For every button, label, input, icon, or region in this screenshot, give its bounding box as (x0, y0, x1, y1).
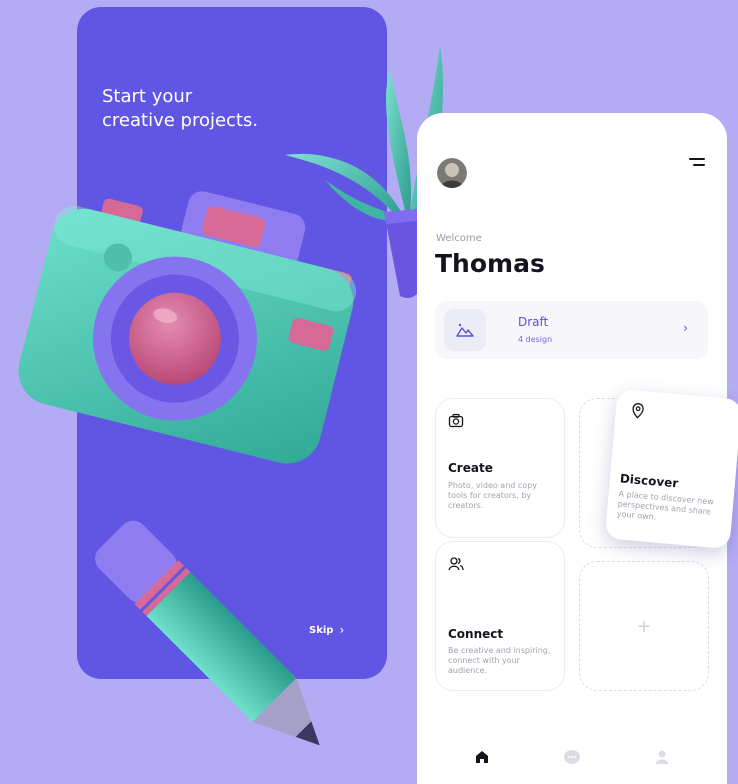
image-icon (456, 323, 474, 337)
camera-illustration (18, 191, 356, 464)
draft-count: 4 design (518, 335, 553, 344)
discover-title: Discover (619, 471, 679, 491)
draft-card[interactable]: Draft 4 design › (435, 301, 708, 359)
menu-icon[interactable] (687, 155, 707, 169)
users-icon (448, 557, 464, 571)
plus-icon: + (636, 615, 652, 637)
create-description: Photo, video and copy tools for creators… (448, 481, 537, 510)
avatar-image (437, 158, 467, 188)
create-card[interactable]: Create Photo, video and copy tools for c… (435, 398, 565, 538)
draft-title: Draft (518, 315, 549, 329)
chevron-right-icon: › (339, 623, 345, 637)
tab-profile[interactable] (642, 742, 682, 772)
tab-messages[interactable] (552, 742, 592, 772)
avatar[interactable] (437, 158, 467, 188)
tab-home[interactable] (462, 742, 502, 772)
chat-icon (564, 750, 580, 764)
connect-description: Be creative and inspiring, connect with … (448, 646, 551, 675)
welcome-label: Welcome (436, 233, 482, 244)
home-icon (476, 751, 488, 763)
bottom-tab-bar (417, 730, 727, 784)
location-pin-icon (632, 403, 644, 419)
connect-card[interactable]: Connect Be creative and inspiring, conne… (435, 541, 565, 691)
discover-description: A place to discover new perspectives and… (616, 489, 715, 522)
connect-title: Connect (448, 627, 504, 641)
create-title: Create (448, 461, 493, 475)
camera-icon (448, 413, 464, 428)
user-name: Thomas (435, 249, 545, 278)
add-card-button[interactable]: + (579, 561, 709, 691)
pencil-illustration (95, 520, 320, 746)
discover-card[interactable]: Discover A place to discover new perspec… (604, 388, 738, 550)
chevron-right-icon: › (683, 321, 688, 335)
profile-icon (655, 750, 669, 764)
draft-icon-box (444, 309, 486, 351)
